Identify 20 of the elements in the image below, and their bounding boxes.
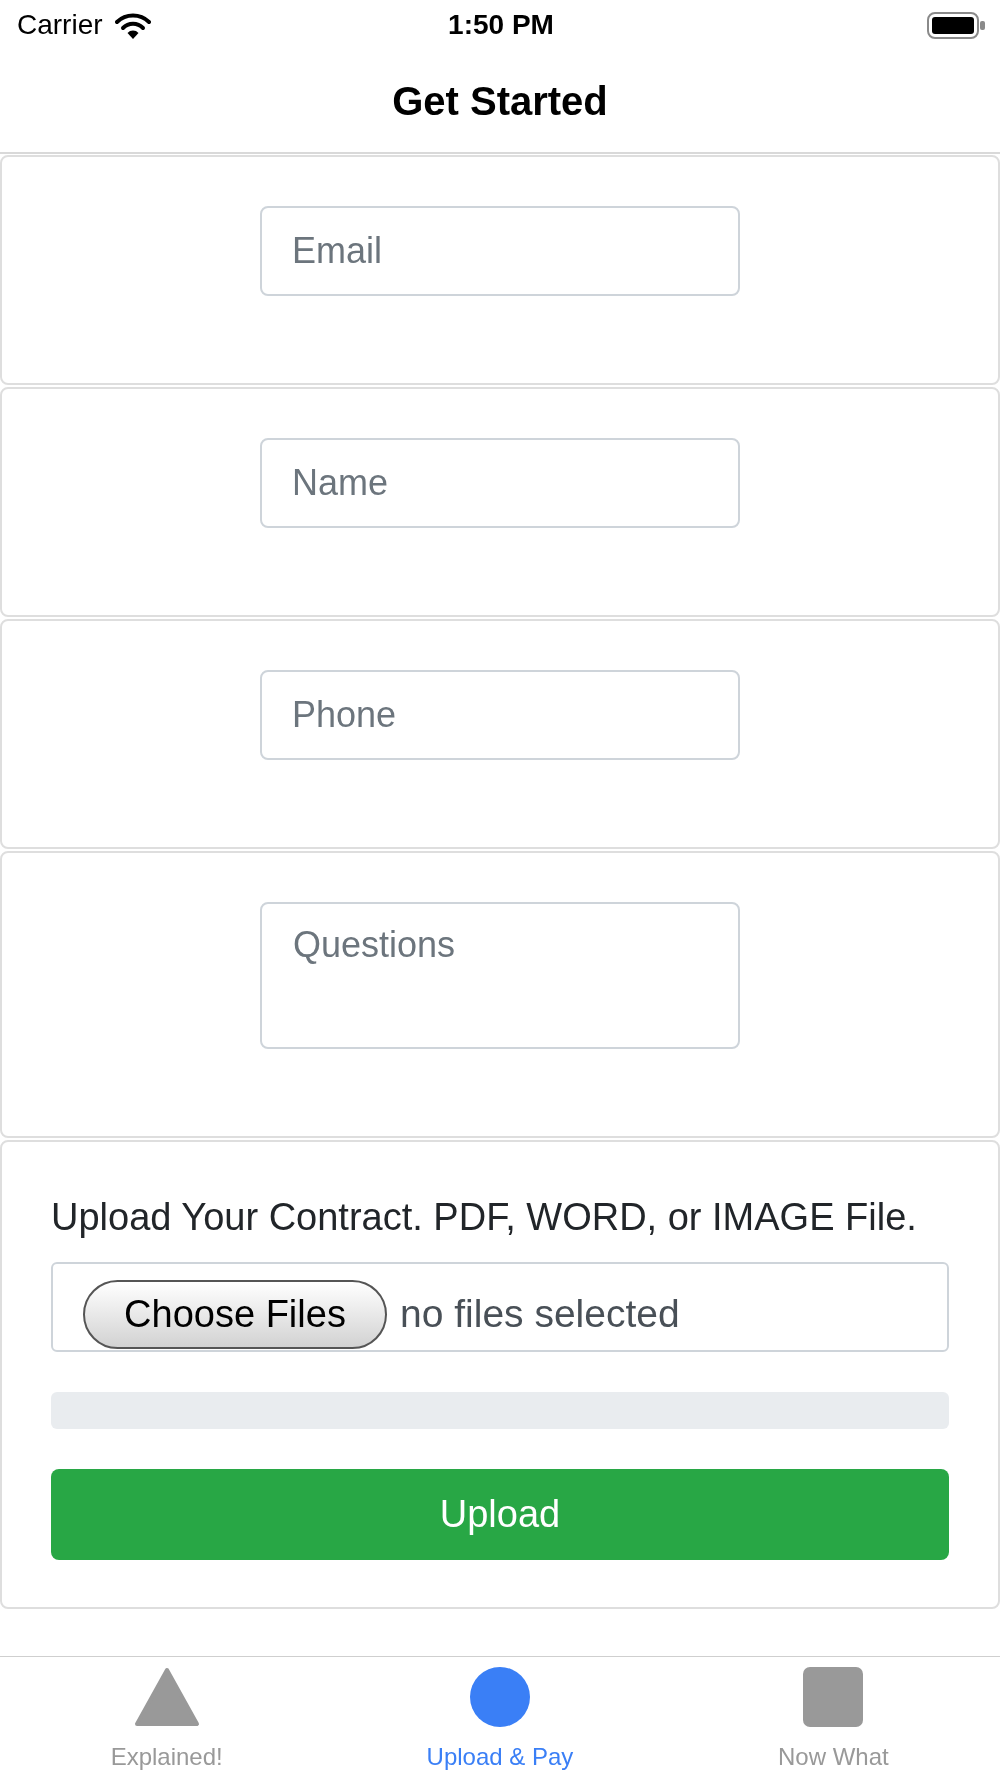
battery-icon [927, 11, 985, 39]
square-icon [803, 1667, 864, 1727]
upload-label: Upload Your Contract. PDF, WORD, or IMAGE File. [51, 1195, 918, 1239]
upload-button[interactable]: Upload [51, 1469, 949, 1560]
tab-item[interactable]: Now What [666, 1657, 1000, 1778]
choose-files-button[interactable]: Choose Files [83, 1279, 387, 1349]
tab-item[interactable]: Explained! [0, 1657, 334, 1778]
tab-item[interactable]: Upload & Pay [333, 1657, 667, 1778]
triangle-icon [133, 1667, 200, 1727]
carrier-name: Carrier [17, 9, 103, 41]
circle-icon [470, 1667, 530, 1727]
file-status-text: no files selected [400, 1292, 680, 1336]
page-title: Get Started [392, 78, 608, 124]
status-time: 1:50 PM [448, 9, 554, 41]
input-field[interactable]: Email [260, 206, 740, 296]
wifi-icon [114, 11, 151, 39]
input-field[interactable]: Name [260, 438, 740, 528]
file-input-field[interactable]: Choose Files no files selected [51, 1262, 949, 1352]
textarea-field[interactable]: Questions [260, 902, 740, 1049]
input-field[interactable]: Phone [260, 670, 740, 760]
